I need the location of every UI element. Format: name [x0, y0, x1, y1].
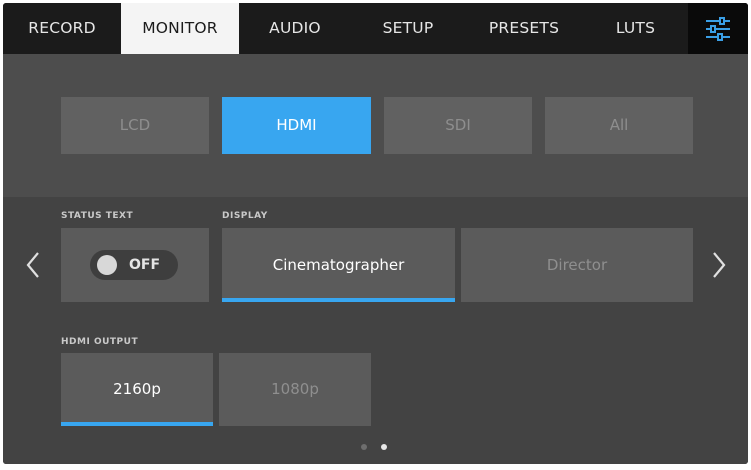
hdmi-output-label: HDMI OUTPUT	[61, 337, 139, 347]
toggle-state-label: OFF	[129, 257, 161, 273]
status-text-label: STATUS TEXT	[61, 211, 134, 221]
tab-luts[interactable]: LUTS	[583, 3, 688, 54]
tab-monitor[interactable]: MONITOR	[121, 3, 239, 54]
sliders-icon	[706, 17, 730, 41]
tab-presets[interactable]: PRESETS	[465, 3, 583, 54]
toggle-knob	[97, 255, 117, 275]
monitor-settings-screen: RECORD MONITOR AUDIO SETUP PRESETS LUTS	[3, 3, 748, 464]
tab-record[interactable]: RECORD	[3, 3, 121, 54]
display-label: DISPLAY	[222, 211, 268, 221]
display-director-button[interactable]: Director	[461, 228, 693, 302]
page-dot-2[interactable]	[381, 444, 387, 450]
hdmi-settings-panel: STATUS TEXT OFF DISPLAY Cinematographer …	[3, 197, 748, 464]
menu-tab-bar: RECORD MONITOR AUDIO SETUP PRESETS LUTS	[3, 3, 748, 54]
selected-indicator	[222, 298, 455, 302]
hdmi-option-label: 2160p	[113, 380, 161, 398]
tab-audio[interactable]: AUDIO	[239, 3, 351, 54]
selected-indicator	[61, 422, 213, 426]
previous-page-button[interactable]	[22, 245, 46, 285]
monitor-source-panel: LCD HDMI SDI All	[3, 54, 748, 197]
page-dot-1[interactable]	[361, 444, 367, 450]
chevron-right-icon	[713, 252, 726, 278]
source-lcd-button[interactable]: LCD	[61, 97, 209, 154]
hdmi-output-1080p-button[interactable]: 1080p	[219, 353, 371, 426]
display-option-label: Cinematographer	[272, 256, 405, 274]
display-option-label: Director	[546, 256, 608, 274]
hdmi-output-2160p-button[interactable]: 2160p	[61, 353, 213, 426]
chevron-left-icon	[26, 252, 39, 278]
next-page-button[interactable]	[706, 245, 730, 285]
source-sdi-button[interactable]: SDI	[384, 97, 532, 154]
hdmi-option-label: 1080p	[271, 380, 319, 398]
source-hdmi-button[interactable]: HDMI	[222, 97, 371, 154]
tab-setup[interactable]: SETUP	[351, 3, 465, 54]
status-text-toggle[interactable]: OFF	[90, 250, 178, 280]
source-all-button[interactable]: All	[545, 97, 693, 154]
settings-button[interactable]	[688, 3, 748, 54]
status-text-cell: OFF	[61, 228, 209, 302]
display-cinematographer-button[interactable]: Cinematographer	[222, 228, 455, 302]
